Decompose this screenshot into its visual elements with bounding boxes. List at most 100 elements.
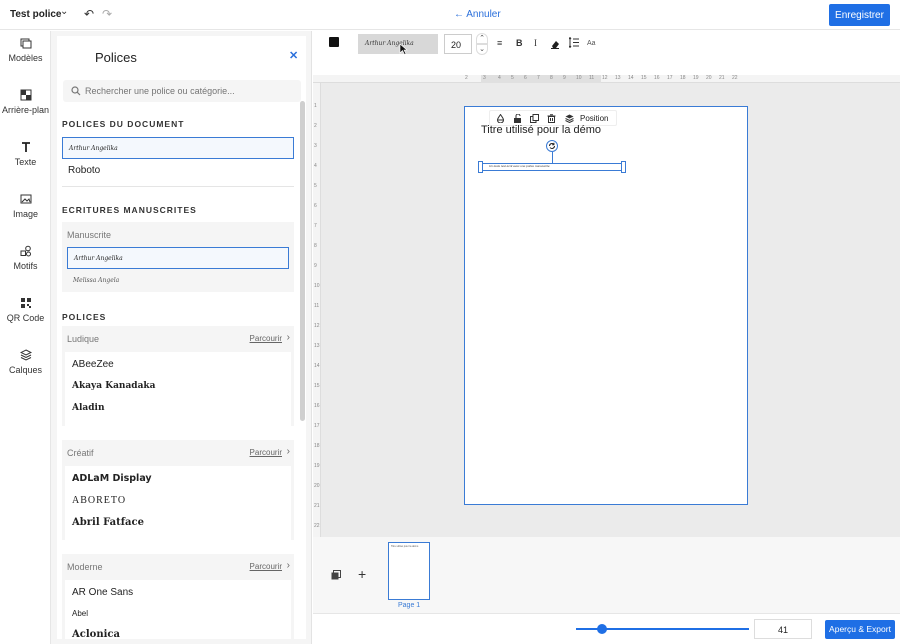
chevron-right-icon[interactable]: › — [287, 332, 290, 343]
text-toolbar: Arthur Angelika 20 ⌃ ⌄ ≡ B I Aa — [313, 31, 900, 75]
font-item[interactable]: Akaya Kanadaka — [72, 381, 155, 391]
font-item[interactable]: AR One Sans — [72, 587, 133, 598]
document-title[interactable]: Test police — [10, 9, 62, 20]
browse-link[interactable]: Parcourir — [250, 448, 282, 457]
rail-item-layers[interactable]: Calques — [0, 349, 51, 375]
layers-icon[interactable] — [565, 114, 574, 123]
page-label: Page 1 — [398, 602, 421, 609]
rail-item-background[interactable]: Arrière-plan — [0, 89, 51, 115]
opacity-icon[interactable] — [496, 114, 505, 123]
panel-scrollbar[interactable] — [300, 101, 305, 421]
ruler-number: 14 — [628, 75, 634, 81]
rail-label: QR Code — [6, 313, 45, 323]
category-list: ADLaM Display ABORETO Abril Fatface — [65, 466, 291, 540]
redo-icon[interactable]: ↷ — [102, 7, 112, 21]
font-item[interactable]: Aclonica — [72, 629, 120, 640]
rail-label: Image — [12, 209, 38, 219]
chevron-down-icon[interactable]: ⌄ — [60, 6, 68, 17]
unlock-icon[interactable] — [513, 114, 522, 123]
preview-export-button[interactable]: Aperçu & Export — [825, 620, 895, 639]
ruler-number: 11 — [589, 75, 595, 81]
resize-handle-left[interactable] — [478, 161, 483, 173]
rail-item-shapes[interactable]: Motifs — [0, 245, 51, 271]
cancel-link[interactable]: ← Annuler — [454, 9, 501, 20]
card-title: Manuscrite — [67, 230, 112, 240]
undo-icon[interactable]: ↶ — [84, 7, 94, 21]
ruler-number: 6 — [314, 203, 317, 209]
design-page[interactable]: Position Titre utilisé pour la démo Un t… — [464, 106, 748, 505]
save-button[interactable]: Enregistrer — [829, 4, 890, 26]
add-page-icon[interactable]: + — [358, 566, 366, 582]
font-item[interactable]: ABORETO — [72, 495, 126, 506]
close-icon[interactable]: ✕ — [289, 49, 298, 62]
page-strip: + Titre utilisé pour la démo Page 1 — [313, 537, 900, 613]
font-item[interactable]: ABeeZee — [72, 359, 114, 370]
page-title-text[interactable]: Titre utilisé pour la démo — [481, 124, 601, 136]
eraser-icon[interactable] — [550, 39, 560, 49]
handwriting-card: Manuscrite Arthur Angelika Melissa Angel… — [62, 222, 294, 292]
rotate-handle[interactable] — [546, 140, 558, 152]
ruler-number: 3 — [483, 75, 486, 81]
position-button[interactable]: Position — [580, 114, 608, 123]
align-icon[interactable]: ≡ — [497, 38, 502, 48]
font-size-input[interactable]: 20 — [444, 34, 472, 54]
handwriting-font-item[interactable]: Melissa Angela — [67, 269, 289, 291]
font-search[interactable] — [63, 80, 301, 102]
rail-item-qrcode[interactable]: QR Code — [0, 297, 51, 323]
rail-label: Texte — [14, 157, 37, 167]
chevron-up-icon[interactable]: ⌃ — [476, 33, 488, 44]
ruler-number: 16 — [654, 75, 660, 81]
ruler-number: 15 — [314, 383, 320, 389]
selected-text-box[interactable]: Un texte test écrit avec une police manu… — [478, 161, 626, 173]
ruler-number: 7 — [537, 75, 540, 81]
background-icon — [20, 89, 31, 101]
ruler-number: 9 — [563, 75, 566, 81]
document-font-item[interactable]: Arthur Angelika — [62, 137, 294, 159]
pages-icon[interactable] — [331, 570, 341, 580]
cancel-label: Annuler — [466, 9, 501, 20]
chevron-right-icon[interactable]: › — [287, 446, 290, 457]
ruler-number: 12 — [602, 75, 608, 81]
font-size-stepper: ⌃ ⌄ — [476, 33, 488, 55]
rail-item-templates[interactable]: Modèles — [0, 37, 51, 63]
zoom-input[interactable]: 41 — [754, 619, 812, 639]
handwriting-font-item[interactable]: Arthur Angelika — [67, 247, 289, 269]
ruler-number: 5 — [511, 75, 514, 81]
resize-handle-right[interactable] — [621, 161, 626, 173]
page-thumbnail[interactable]: Titre utilisé pour la démo — [388, 542, 430, 600]
ruler-number: 3 — [314, 143, 317, 149]
ruler-number: 13 — [615, 75, 621, 81]
font-item[interactable]: Abel — [72, 609, 88, 618]
font-family-select[interactable]: Arthur Angelika — [358, 34, 438, 54]
trash-icon[interactable] — [547, 114, 556, 123]
font-item[interactable]: Abril Fatface — [72, 517, 144, 528]
font-item[interactable]: Aladin — [72, 403, 105, 413]
font-item[interactable]: ADLaM Display — [72, 473, 152, 484]
zoom-slider-knob[interactable] — [596, 624, 607, 634]
ruler-number: 6 — [524, 75, 527, 81]
divider — [62, 186, 294, 187]
canvas-area: 2 3 4 5 6 7 8 9 10 11 12 13 14 15 16 17 … — [313, 75, 900, 537]
rail-label: Modèles — [8, 53, 43, 63]
duplicate-icon[interactable] — [530, 114, 539, 123]
browse-link[interactable]: Parcourir — [250, 334, 282, 343]
category-card-ludique: Ludique Parcourir › ABeeZee Akaya Kanada… — [62, 326, 294, 426]
rail-item-image[interactable]: Image — [0, 193, 51, 219]
category-title: Moderne — [67, 562, 103, 572]
bold-button[interactable]: B — [516, 38, 523, 48]
italic-button[interactable]: I — [534, 38, 537, 48]
shapes-icon — [20, 245, 31, 257]
rail-item-text[interactable]: Texte — [0, 141, 51, 167]
line-spacing-icon[interactable] — [569, 37, 579, 48]
text-color-swatch[interactable] — [329, 37, 339, 47]
ruler-number: 20 — [706, 75, 712, 81]
chevron-down-icon[interactable]: ⌄ — [476, 44, 488, 55]
ruler-number: 17 — [314, 423, 320, 429]
text-case-button[interactable]: Aa — [587, 40, 596, 47]
layers-icon — [19, 349, 32, 361]
browse-link[interactable]: Parcourir — [250, 562, 282, 571]
chevron-right-icon[interactable]: › — [287, 560, 290, 571]
document-font-item[interactable]: Roboto — [62, 159, 294, 181]
ruler-number: 2 — [465, 75, 468, 81]
search-input[interactable] — [85, 83, 295, 99]
